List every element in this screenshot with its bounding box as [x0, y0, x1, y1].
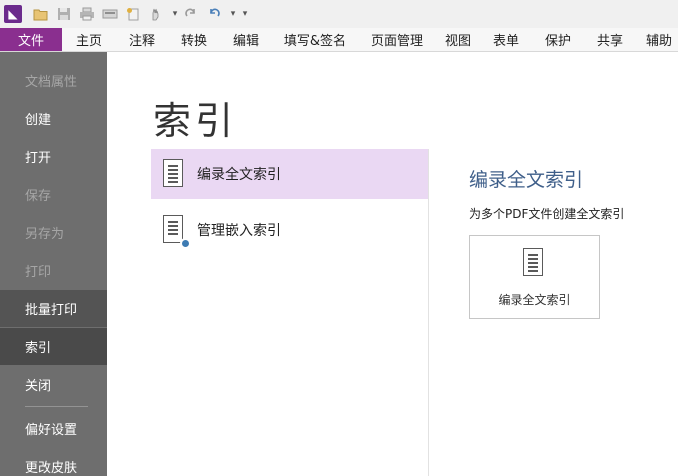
app-window: ◣ ▾ ▾ ▾ 文件 主页 注释 转换 编辑 填写&签名 页面管理 视图 表单 … [0, 0, 678, 476]
chevron-down-icon[interactable]: ▾ [170, 5, 180, 23]
quick-access-toolbar: ◣ ▾ ▾ ▾ [0, 0, 678, 28]
sidebar-item-change-skin[interactable]: 更改皮肤 [0, 448, 107, 476]
document-index-icon [523, 248, 545, 278]
sidebar-item-save-as[interactable]: 另存为 [0, 214, 107, 251]
sidebar-item-batch-print[interactable]: 批量打印 [0, 290, 107, 327]
tab-form[interactable]: 表单 [480, 28, 532, 51]
app-logo-icon: ◣ [4, 5, 22, 23]
option-label: 管理嵌入索引 [197, 223, 281, 239]
redo-icon[interactable] [182, 5, 200, 23]
backstage-content: 索引 编录全文索引 管理嵌入索引 编录全文索引 为多个PDF文件创建全文索引 编… [107, 52, 678, 476]
sidebar-item-preferences[interactable]: 偏好设置 [0, 410, 107, 447]
scan-icon[interactable] [101, 5, 119, 23]
page-title: 索引 [153, 99, 238, 143]
hand-tool-icon[interactable] [147, 5, 165, 23]
tab-page-manage[interactable]: 页面管理 [358, 28, 436, 51]
option-detail-panel: 编录全文索引 为多个PDF文件创建全文索引 编录全文索引 [469, 149, 678, 476]
print-icon[interactable] [78, 5, 96, 23]
menu-divider [25, 406, 88, 407]
catalog-index-button-label: 编录全文索引 [498, 293, 571, 307]
detail-description: 为多个PDF文件创建全文索引 [469, 207, 625, 221]
tab-file[interactable]: 文件 [0, 28, 62, 51]
sidebar-item-document-properties[interactable]: 文档属性 [0, 62, 107, 99]
new-document-icon[interactable] [124, 5, 142, 23]
document-index-icon [163, 159, 185, 189]
backstage-menu: 文档属性 创建 打开 保存 另存为 打印 批量打印 索引 关闭 偏好设置 更改皮… [0, 52, 107, 476]
save-icon[interactable] [55, 5, 73, 23]
tab-convert[interactable]: 转换 [168, 28, 220, 51]
chevron-down-icon[interactable]: ▾ [228, 5, 238, 23]
tab-fill-sign[interactable]: 填写&签名 [272, 28, 358, 51]
option-manage-embedded-index[interactable]: 管理嵌入索引 [151, 205, 428, 255]
tab-comment[interactable]: 注释 [116, 28, 168, 51]
document-settings-icon [163, 215, 191, 249]
panel-divider [428, 149, 429, 476]
option-label: 编录全文索引 [197, 167, 281, 183]
detail-title: 编录全文索引 [469, 169, 584, 191]
sidebar-item-close[interactable]: 关闭 [0, 366, 107, 403]
tab-protect[interactable]: 保护 [532, 28, 584, 51]
sidebar-item-print[interactable]: 打印 [0, 252, 107, 289]
gear-icon [180, 238, 191, 249]
tab-view[interactable]: 视图 [436, 28, 480, 51]
sidebar-item-create[interactable]: 创建 [0, 100, 107, 137]
tab-assist[interactable]: 辅助 [636, 28, 678, 51]
tab-share[interactable]: 共享 [584, 28, 636, 51]
sidebar-item-index[interactable]: 索引 [0, 328, 107, 365]
undo-icon[interactable] [205, 5, 223, 23]
sidebar-item-open[interactable]: 打开 [0, 138, 107, 175]
catalog-index-button[interactable]: 编录全文索引 [469, 235, 600, 319]
index-options-list: 编录全文索引 管理嵌入索引 [151, 149, 428, 476]
ribbon-tabs: 文件 主页 注释 转换 编辑 填写&签名 页面管理 视图 表单 保护 共享 辅助 [0, 28, 678, 52]
option-catalog-full-text-index[interactable]: 编录全文索引 [151, 149, 428, 199]
sidebar-item-save[interactable]: 保存 [0, 176, 107, 213]
open-folder-icon[interactable] [32, 5, 50, 23]
tab-home[interactable]: 主页 [62, 28, 116, 51]
customize-toolbar-icon[interactable]: ▾ [240, 5, 250, 23]
tab-edit[interactable]: 编辑 [220, 28, 272, 51]
